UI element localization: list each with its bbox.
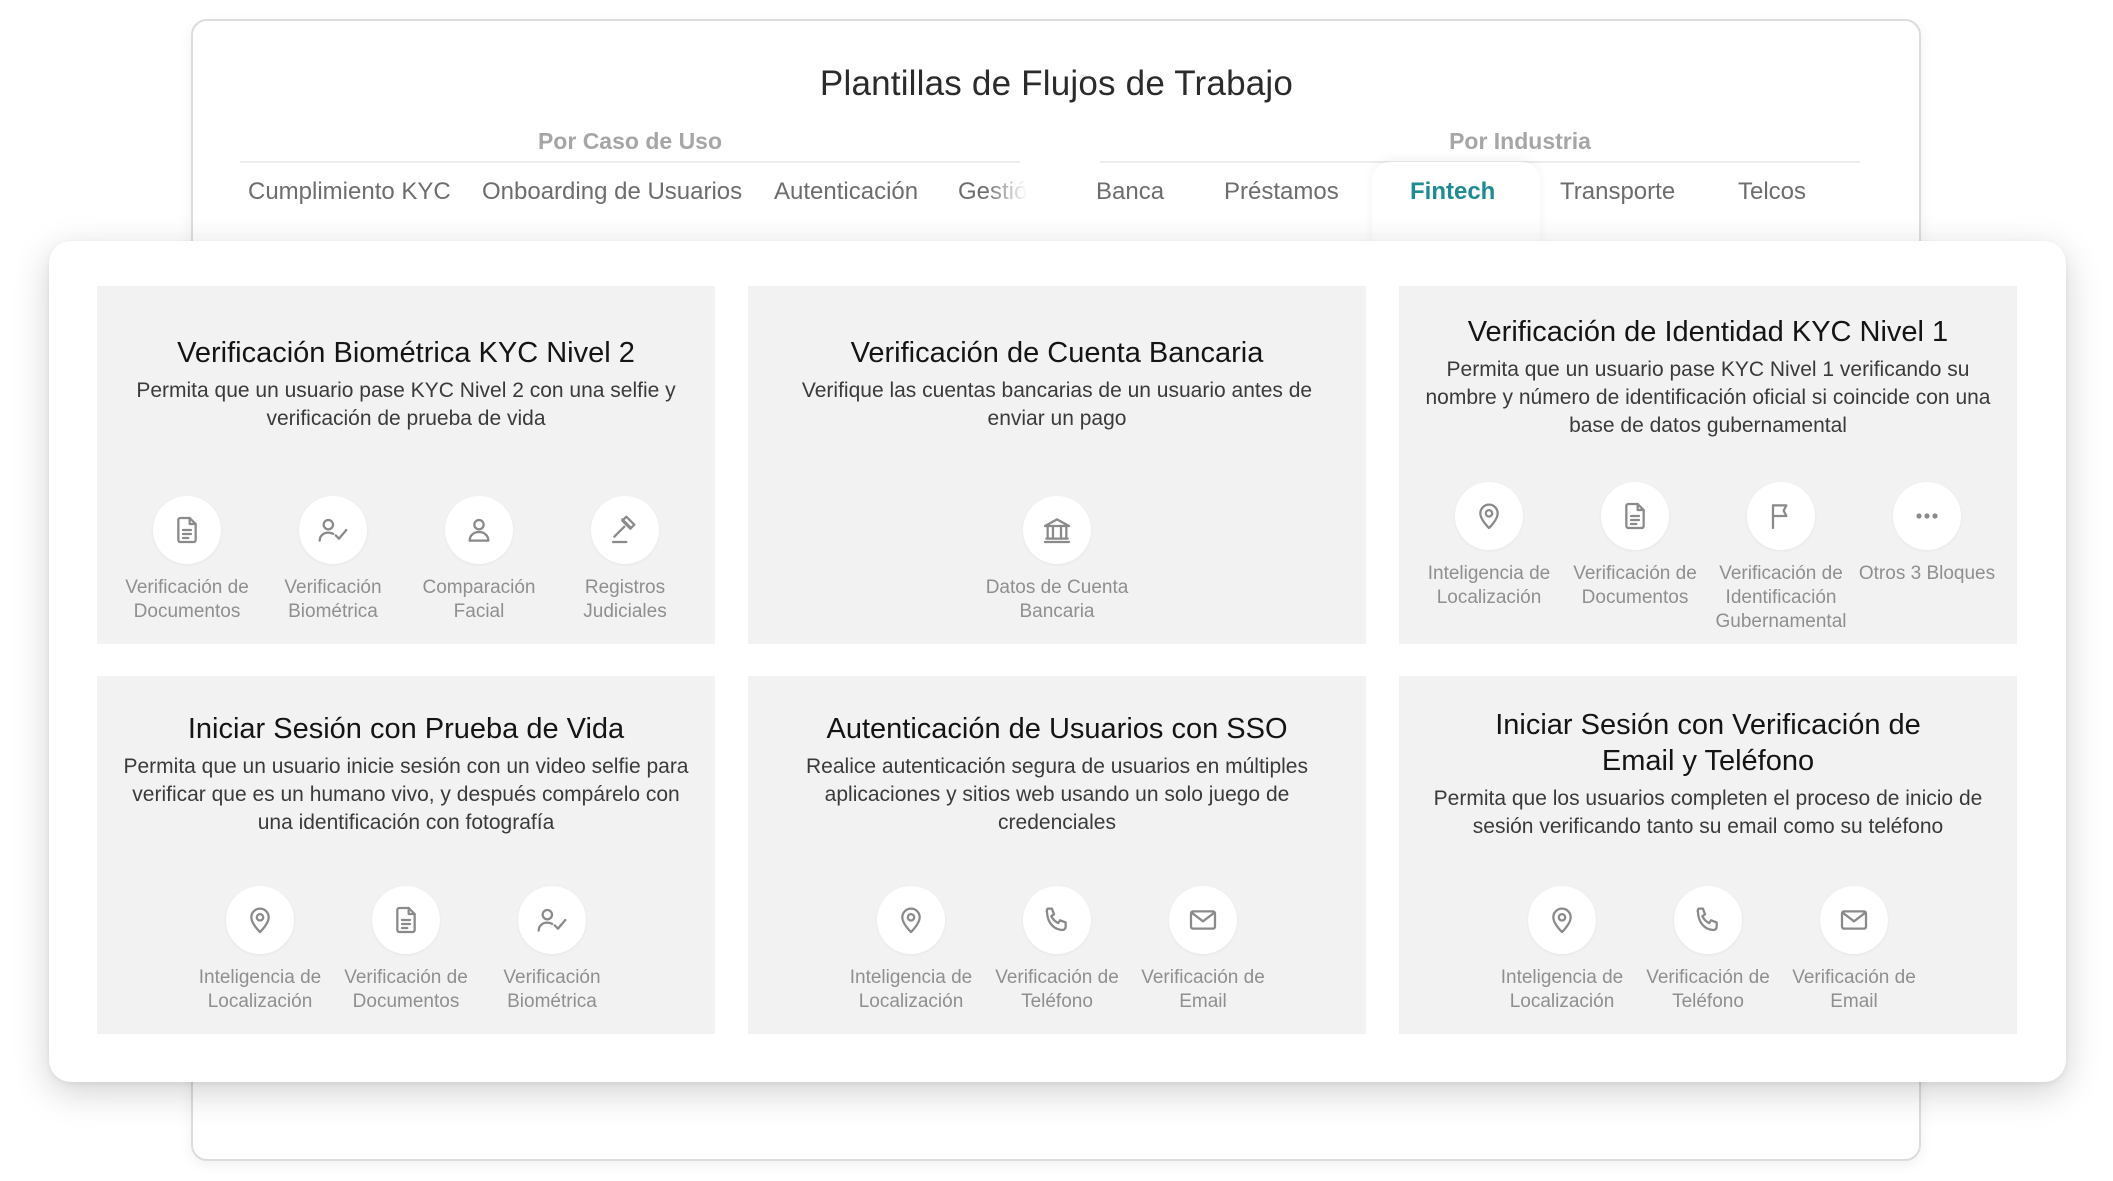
- phone-icon: [1045, 907, 1067, 932]
- face-icon: [468, 518, 490, 542]
- tab-onboarding[interactable]: Onboarding de Usuarios: [482, 178, 742, 206]
- block-bank-account-data: Datos de Cuenta Bancaria: [984, 496, 1130, 624]
- block-phone-verification: Verificación de Teléfono: [984, 886, 1130, 1014]
- card-description: Permita que un usuario pase KYC Nivel 1 …: [1425, 358, 1991, 437]
- gavel-icon: [611, 515, 636, 544]
- document-icon: [1625, 502, 1645, 530]
- block-location-intelligence: Inteligencia de Localización: [1489, 886, 1635, 1014]
- group-label-use-case: Por Caso de Uso: [537, 128, 723, 154]
- tab-gestion[interactable]: Gestió: [958, 178, 1027, 206]
- tab-fintech[interactable]: Fintech: [1410, 178, 1495, 206]
- location-icon: [901, 907, 921, 934]
- block-label: Verificación de Identificación Gubername…: [1715, 563, 1847, 632]
- block-location-intelligence: Inteligencia de Localización: [838, 886, 984, 1014]
- bank-icon: [1043, 518, 1071, 544]
- card-description: Permita que un usuario inicie sesión con…: [123, 755, 689, 834]
- block-label: Verificación de Email: [1141, 967, 1265, 1012]
- card-description: Permita que los usuarios completen el pr…: [1433, 787, 1983, 838]
- card-title: Verificación de Cuenta Bancaria: [850, 337, 1264, 369]
- location-icon: [250, 907, 270, 934]
- block-label: Inteligencia de Localización: [849, 967, 973, 1012]
- group-label-industry: Por Industria: [1449, 128, 1591, 154]
- card-title: Verificación Biométrica KYC Nivel 2: [177, 337, 635, 369]
- block-label: Verificación Biométrica: [503, 967, 601, 1012]
- template-card-bank-account[interactable]: Verificación de Cuenta Bancaria Verifiqu…: [748, 286, 1366, 644]
- template-card-email-phone-login[interactable]: Iniciar Sesión con Verificación de Email…: [1399, 676, 2017, 1034]
- block-more: Otros 3 Bloques: [1854, 482, 2000, 634]
- block-location-intelligence: Inteligencia de Localización: [187, 886, 333, 1014]
- location-icon: [1479, 503, 1499, 530]
- template-card-liveness-login[interactable]: Iniciar Sesión con Prueba de Vida Permit…: [97, 676, 715, 1034]
- block-face-comparison: Comparación Facial: [406, 496, 552, 624]
- block-email-verification: Verificación de Email: [1130, 886, 1276, 1014]
- block-label: Inteligencia de Localización: [1500, 967, 1624, 1012]
- block-document-verification: Verificación de Documentos: [1562, 482, 1708, 634]
- block-court-records: Registros Judiciales: [552, 496, 698, 624]
- card-title: Iniciar Sesión con Prueba de Vida: [187, 713, 625, 745]
- block-document-verification: Verificación de Documentos: [114, 496, 260, 624]
- block-biometric-verification: Verificación Biométrica: [479, 886, 625, 1014]
- block-label: Verificación Biométrica: [284, 577, 382, 622]
- tab-telcos[interactable]: Telcos: [1738, 178, 1806, 206]
- biometric-icon: [318, 518, 348, 542]
- block-label: Verificación de Teléfono: [995, 967, 1119, 1012]
- card-description: Verifique las cuentas bancarias de un us…: [801, 379, 1313, 430]
- block-government-id: Verificación de Identificación Gubername…: [1708, 482, 1854, 634]
- block-biometric-verification: Verificación Biométrica: [260, 496, 406, 624]
- block-label: Inteligencia de Localización: [198, 967, 322, 1012]
- more-icon: [1916, 513, 1938, 519]
- templates-panel: Verificación Biométrica KYC Nivel 2 Perm…: [49, 241, 2066, 1082]
- block-label: Verificación de Documentos: [125, 577, 249, 622]
- tab-autenticacion[interactable]: Autenticación: [774, 178, 918, 206]
- block-label: Registros Judiciales: [583, 577, 667, 622]
- block-label: Otros 3 Bloques: [1858, 563, 1996, 584]
- document-icon: [177, 516, 197, 544]
- flag-icon: [1771, 504, 1788, 530]
- block-label: Verificación de Documentos: [1573, 563, 1697, 608]
- phone-icon: [1696, 907, 1718, 932]
- card-title: Iniciar Sesión con Verificación de Email…: [1495, 709, 1921, 777]
- email-icon: [1840, 910, 1868, 930]
- block-label: Comparación Facial: [422, 577, 536, 622]
- block-email-verification: Verificación de Email: [1781, 886, 1927, 1014]
- group-divider-use-case: [240, 161, 1020, 163]
- card-title: Autenticación de Usuarios con SSO: [826, 713, 1288, 745]
- tab-banca[interactable]: Banca: [1096, 178, 1164, 206]
- tab-cumplimiento-kyc[interactable]: Cumplimiento KYC: [248, 178, 451, 206]
- block-location-intelligence: Inteligencia de Localización: [1416, 482, 1562, 634]
- block-label: Verificación de Documentos: [344, 967, 468, 1012]
- card-description: Permita que un usuario pase KYC Nivel 2 …: [136, 379, 676, 430]
- biometric-icon: [537, 908, 567, 932]
- block-label: Verificación de Email: [1792, 967, 1916, 1012]
- template-card-identity-kyc[interactable]: Verificación de Identidad KYC Nivel 1 Pe…: [1399, 286, 2017, 644]
- card-title: Verificación de Identidad KYC Nivel 1: [1467, 316, 1949, 348]
- page-title: Plantillas de Flujos de Trabajo: [819, 64, 1294, 103]
- template-card-sso-auth[interactable]: Autenticación de Usuarios con SSO Realic…: [748, 676, 1366, 1034]
- block-phone-verification: Verificación de Teléfono: [1635, 886, 1781, 1014]
- block-label: Verificación de Teléfono: [1646, 967, 1770, 1012]
- block-label: Inteligencia de Localización: [1427, 563, 1551, 608]
- document-icon: [396, 906, 416, 934]
- email-icon: [1189, 910, 1217, 930]
- location-icon: [1552, 907, 1572, 934]
- tab-transporte[interactable]: Transporte: [1560, 178, 1675, 206]
- tab-prestamos[interactable]: Préstamos: [1224, 178, 1339, 206]
- template-card-biometric-kyc[interactable]: Verificación Biométrica KYC Nivel 2 Perm…: [97, 286, 715, 644]
- block-document-verification: Verificación de Documentos: [333, 886, 479, 1014]
- block-label: Datos de Cuenta Bancaria: [985, 577, 1129, 622]
- active-tab-background: [1372, 162, 1540, 252]
- card-description: Realice autenticación segura de usuarios…: [806, 755, 1308, 834]
